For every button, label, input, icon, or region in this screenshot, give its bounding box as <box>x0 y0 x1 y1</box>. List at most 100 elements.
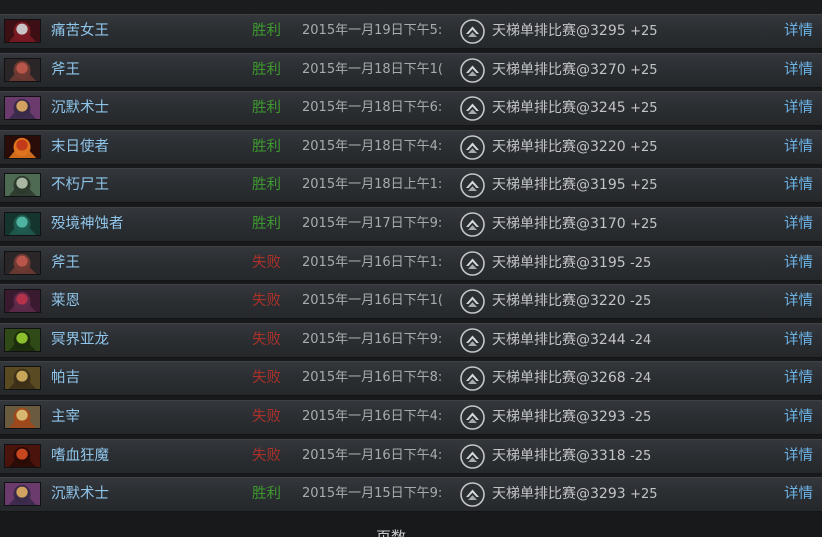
match-date: 2015年一月17日下午9: <box>302 215 443 231</box>
match-mode: 天梯单排比赛@3195 <box>492 254 626 271</box>
viper-portrait-icon <box>4 327 41 352</box>
mmr-delta: -25 <box>630 448 652 464</box>
ranked-solo-icon <box>460 482 485 507</box>
match-result: 胜利 <box>252 215 281 232</box>
hero-name[interactable]: 沉默术士 <box>51 98 109 118</box>
silencer-portrait-icon <box>4 482 41 507</box>
ranked-solo-icon <box>460 443 485 469</box>
ranked-solo-icon <box>460 289 485 314</box>
match-result: 胜利 <box>252 100 281 117</box>
details-link[interactable]: 详情 <box>784 446 813 466</box>
match-description: 天梯单排比赛@3195 +25 <box>492 175 658 196</box>
details-link[interactable]: 详情 <box>784 60 813 80</box>
details-link[interactable]: 详情 <box>784 407 813 427</box>
match-mode: 天梯单排比赛@3220 <box>492 293 626 310</box>
match-row-12[interactable]: 嗜血狂魔 失败 2015年一月16日下午4: 天梯单排比赛@3318 -25 详… <box>0 438 822 474</box>
ranked-solo-icon <box>460 250 485 276</box>
hero-name[interactable]: 嗜血狂魔 <box>51 446 109 466</box>
details-link[interactable]: 详情 <box>784 330 813 350</box>
details-link[interactable]: 详情 <box>784 21 813 41</box>
match-result: 失败 <box>252 370 281 387</box>
ranked-solo-icon <box>460 173 485 199</box>
details-link[interactable]: 详情 <box>784 253 813 273</box>
details-link[interactable]: 详情 <box>784 137 813 157</box>
match-description: 天梯单排比赛@3244 -24 <box>492 330 651 351</box>
match-result: 失败 <box>252 254 281 271</box>
ranked-solo-icon <box>460 57 485 83</box>
mmr-delta: +25 <box>630 139 658 155</box>
match-result: 胜利 <box>252 138 281 155</box>
match-mode: 天梯单排比赛@3245 <box>492 100 626 117</box>
details-link[interactable]: 详情 <box>784 368 813 388</box>
match-mode: 天梯单排比赛@3170 <box>492 215 626 232</box>
match-row-1[interactable]: 痛苦女王 胜利 2015年一月19日下午5: 天梯单排比赛@3295 +25 详… <box>0 14 822 49</box>
match-date: 2015年一月18日下午6: <box>302 100 443 116</box>
hero-name[interactable]: 莱恩 <box>51 291 80 311</box>
hero-name[interactable]: 冥界亚龙 <box>51 330 109 350</box>
match-result: 胜利 <box>252 486 281 503</box>
details-link[interactable]: 详情 <box>784 291 813 311</box>
match-row-13[interactable]: 沉默术士 胜利 2015年一月15日下午9: 天梯单排比赛@3293 +25 详… <box>0 477 822 513</box>
hero-name[interactable]: 末日使者 <box>51 137 109 157</box>
match-mode: 天梯单排比赛@3195 <box>492 177 626 194</box>
ranked-solo-icon <box>460 212 485 237</box>
match-row-7[interactable]: 斧王 失败 2015年一月16日下午1: 天梯单排比赛@3195 -25 详情 <box>0 245 822 281</box>
ranked-solo-icon <box>460 405 485 430</box>
hero-name[interactable]: 主宰 <box>51 407 80 427</box>
pagination: 页数 <box>0 527 822 537</box>
match-list: 痛苦女王 胜利 2015年一月19日下午5: 天梯单排比赛@3295 +25 详… <box>0 14 822 516</box>
details-link[interactable]: 详情 <box>784 98 813 118</box>
match-date: 2015年一月18日下午4: <box>302 138 443 154</box>
match-row-2[interactable]: 斧王 胜利 2015年一月18日下午1( 天梯单排比赛@3270 +25 详情 <box>0 52 822 88</box>
match-description: 天梯单排比赛@3170 +25 <box>492 214 658 235</box>
hero-name[interactable]: 沉默术士 <box>51 484 109 504</box>
match-date: 2015年一月16日下午4: <box>302 447 443 463</box>
hero-name[interactable]: 帕吉 <box>51 368 80 388</box>
hero-name[interactable]: 殁境神蚀者 <box>51 214 124 234</box>
match-row-5[interactable]: 不朽尸王 胜利 2015年一月18日上午1: 天梯单排比赛@3195 +25 详… <box>0 168 822 204</box>
match-date: 2015年一月16日下午4: <box>302 408 443 424</box>
match-result: 胜利 <box>252 177 281 194</box>
ranked-solo-icon <box>460 19 485 44</box>
match-date: 2015年一月16日下午1( <box>302 293 443 309</box>
match-date: 2015年一月19日下午5: <box>302 23 443 38</box>
match-row-9[interactable]: 冥界亚龙 失败 2015年一月16日下午9: 天梯单排比赛@3244 -24 详… <box>0 322 822 358</box>
hero-name[interactable]: 痛苦女王 <box>51 21 109 41</box>
match-description: 天梯单排比赛@3220 -25 <box>492 291 651 312</box>
match-description: 天梯单排比赛@3195 -25 <box>492 253 651 274</box>
match-mode: 天梯单排比赛@3318 <box>492 447 626 464</box>
details-link[interactable]: 详情 <box>784 214 813 234</box>
details-link[interactable]: 详情 <box>784 484 813 504</box>
hero-name[interactable]: 斧王 <box>51 253 80 273</box>
lion-portrait-icon <box>4 289 41 314</box>
match-result: 失败 <box>252 447 281 464</box>
juggernaut-portrait-icon <box>4 404 41 429</box>
match-description: 天梯单排比赛@3293 -25 <box>492 407 651 428</box>
match-row-3[interactable]: 沉默术士 胜利 2015年一月18日下午6: 天梯单排比赛@3245 +25 详… <box>0 91 822 127</box>
outworld-devourer-portrait-icon <box>4 211 41 236</box>
mmr-delta: -25 <box>630 294 652 310</box>
match-description: 天梯单排比赛@3245 +25 <box>492 98 658 119</box>
match-row-4[interactable]: 末日使者 胜利 2015年一月18日下午4: 天梯单排比赛@3220 +25 详… <box>0 129 822 165</box>
match-mode: 天梯单排比赛@3268 <box>492 370 626 387</box>
details-link[interactable]: 详情 <box>784 175 813 195</box>
match-date: 2015年一月18日上午1: <box>302 177 443 193</box>
match-description: 天梯单排比赛@3293 +25 <box>492 484 658 505</box>
match-result: 失败 <box>252 293 281 310</box>
match-description: 天梯单排比赛@3268 -24 <box>492 368 651 389</box>
bloodseeker-portrait-icon <box>4 443 41 468</box>
match-row-11[interactable]: 主宰 失败 2015年一月16日下午4: 天梯单排比赛@3293 -25 详情 <box>0 399 822 435</box>
match-row-8[interactable]: 莱恩 失败 2015年一月16日下午1( 天梯单排比赛@3220 -25 详情 <box>0 284 822 320</box>
match-mode: 天梯单排比赛@3244 <box>492 331 626 348</box>
mmr-delta: +25 <box>630 101 658 117</box>
match-row-6[interactable]: 殁境神蚀者 胜利 2015年一月17日下午9: 天梯单排比赛@3170 +25 … <box>0 206 822 242</box>
hero-name[interactable]: 斧王 <box>51 60 80 80</box>
match-mode: 天梯单排比赛@3220 <box>492 138 626 155</box>
match-row-10[interactable]: 帕吉 失败 2015年一月16日下午8: 天梯单排比赛@3268 -24 详情 <box>0 361 822 397</box>
hero-name[interactable]: 不朽尸王 <box>51 175 109 195</box>
mmr-delta: -25 <box>630 255 652 271</box>
axe-portrait-icon <box>4 57 41 82</box>
match-date: 2015年一月18日下午1( <box>302 61 443 77</box>
ranked-solo-icon <box>460 134 485 160</box>
match-mode: 天梯单排比赛@3293 <box>492 486 626 503</box>
